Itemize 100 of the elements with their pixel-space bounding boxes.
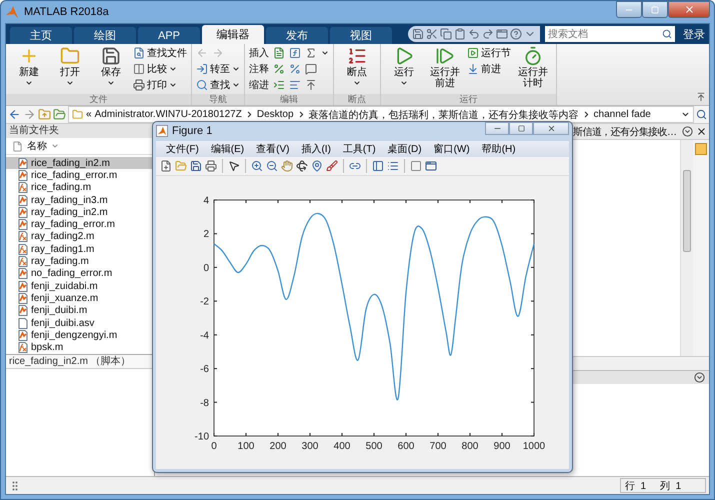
minimize-button[interactable] [616,1,642,18]
ribbon-button[interactable]: 运行并前进 [426,46,464,94]
file-row[interactable]: ray_fading_in2.m [6,206,154,218]
menu-circle-icon[interactable] [682,126,693,137]
colorbar-icon[interactable] [372,160,384,172]
data-cursor-icon[interactable] [311,160,323,172]
back-arrow-icon[interactable] [8,108,21,121]
ribbon-button[interactable]: 运行节 [467,46,511,60]
zoom-out-icon[interactable] [266,160,278,172]
edit-tool-icon[interactable] [289,47,301,59]
file-row[interactable]: ray_fading.m [6,255,154,268]
new-file-icon[interactable] [160,160,172,172]
save-icon[interactable] [412,28,424,40]
ribbon-tab[interactable]: 绘图 [74,27,136,44]
forward-arrow-icon[interactable] [23,108,36,121]
file-row[interactable]: fenji_zuidabi.m [6,280,154,292]
script-file-icon [18,330,28,341]
menu-circle-icon[interactable] [694,372,705,383]
ribbon-button[interactable]: 断点 [338,46,376,94]
login-button[interactable]: 登录 [677,26,709,42]
file-row[interactable]: ray_fading1.m [6,243,154,256]
file-row[interactable]: fenji_dengzengyi.m [6,329,154,342]
menu-item[interactable]: 工具(T) [336,142,382,156]
file-row[interactable]: ray_fading2.m [6,230,154,244]
window-icon[interactable] [425,160,437,172]
maximize-button[interactable] [509,122,533,135]
edit-tool-icon[interactable] [289,63,301,75]
paste-icon[interactable] [454,28,466,40]
edit-tool-icon[interactable] [273,47,285,59]
file-row[interactable]: fenji_duibi.asv [6,316,154,330]
file-row[interactable]: fenji_duibi.m [6,304,154,317]
file-row[interactable]: no_fading_error.m [6,268,154,280]
minimize-button[interactable] [485,122,509,135]
path-segment[interactable]: channel fade [594,109,651,120]
menu-item[interactable]: 桌面(D) [382,142,428,156]
menu-item[interactable]: 编辑(E) [204,142,250,156]
menu-item[interactable]: 窗口(W) [428,142,476,156]
window-icon[interactable] [496,28,508,40]
column-header[interactable]: 名称 [6,138,154,155]
menu-item[interactable]: 文件(F) [160,142,205,156]
ribbon-tab[interactable]: 视图 [330,27,392,44]
ribbon-button[interactable]: 转至 [196,62,240,76]
printer-icon[interactable] [205,160,217,172]
menu-item[interactable]: 查看(V) [250,142,296,156]
square-icon[interactable] [410,160,422,172]
browse-folder-icon[interactable] [53,108,66,121]
ribbon-button[interactable]: 打开 [51,46,89,94]
copy-icon[interactable] [440,28,452,40]
ribbon-button[interactable]: 查找 [196,78,240,92]
path-segment[interactable]: 衰落信道的仿真，包括瑞利，莱斯信道，还有分集接收等内容 [308,108,579,122]
edit-tool-icon[interactable] [273,79,285,91]
folder-up-icon[interactable] [38,108,51,121]
undo-icon[interactable] [468,28,480,40]
path-segment[interactable]: Administrator.WIN7U-20180127Z [94,109,242,120]
redo-icon[interactable] [482,28,494,40]
help-icon[interactable] [510,28,522,40]
ribbon-button[interactable]: 新建 [10,46,48,94]
menu-item[interactable]: 帮助(H) [476,142,522,156]
ribbon-button[interactable]: 前进 [467,62,511,76]
ribbon-button[interactable]: 查找文件 [133,46,187,60]
edit-tool-icon[interactable] [305,47,317,59]
file-row[interactable]: rice_fading.m [6,182,154,194]
ribbon-button[interactable]: 运行 [385,46,423,94]
ribbon-tab[interactable]: 编辑器 [202,25,264,44]
ribbon-tab[interactable]: 发布 [266,27,328,44]
ribbon-tab[interactable]: APP [138,27,200,44]
file-row[interactable]: rice_fading_in2.m [6,157,154,170]
floppy-disk-icon[interactable] [190,160,202,172]
ribbon-button[interactable]: 比较 [133,62,187,76]
file-row[interactable]: ray_fading_error.m [6,218,154,231]
file-row[interactable]: rice_fading_error.m [6,169,154,182]
menu-item[interactable]: 插入(I) [295,142,337,156]
file-row[interactable]: fenji_xuanze.m [6,292,154,305]
close-icon[interactable] [696,126,707,137]
ribbon-button[interactable]: 保存 [92,46,130,94]
link-icon[interactable] [349,160,361,172]
edit-tool-icon[interactable] [305,79,317,91]
path-segment[interactable]: Desktop [256,109,294,120]
editor-tab[interactable]: 斯信道，还有分集接收… [573,124,676,138]
search-icon[interactable] [696,109,707,120]
close-button[interactable] [668,1,710,18]
zoom-in-icon[interactable] [251,160,263,172]
close-button[interactable] [533,122,569,135]
edit-tool-icon[interactable] [305,63,317,75]
file-row[interactable]: bpsk.m [6,341,154,354]
maximize-button[interactable] [642,1,668,18]
edit-tool-icon[interactable] [289,79,301,91]
file-row[interactable]: ray_fading_in3.m [6,194,154,206]
collapse-icon[interactable] [696,92,706,102]
rotate-icon[interactable] [296,160,308,172]
caret-icon[interactable] [681,110,690,119]
ribbon-button[interactable]: 打印 [133,78,187,92]
path-field[interactable]: « Administrator.WIN7U-20180127Z Desktop 衰落信道的仿真，包括瑞利，莱斯信道，还有分集接收等内容 channel fade [68,106,694,123]
edit-tool-icon[interactable] [273,63,285,75]
ribbon-button[interactable]: 运行并计时 [514,46,552,94]
brush-icon[interactable] [326,160,338,172]
pointer-icon[interactable] [228,160,240,172]
ribbon-tab[interactable]: 主页 [10,27,72,44]
path-segment[interactable]: « [86,109,92,120]
cut-icon[interactable] [426,28,438,40]
